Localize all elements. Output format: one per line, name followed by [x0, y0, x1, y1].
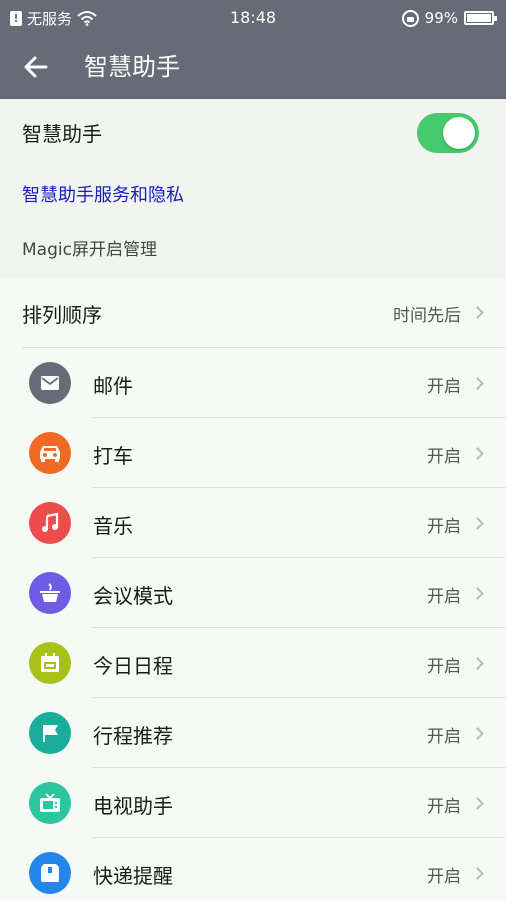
chevron-right-icon — [471, 727, 484, 740]
feature-status: 开启 — [427, 587, 461, 607]
assistant-toggle[interactable] — [417, 113, 479, 153]
list-item-taxi[interactable]: 打车 开启 — [0, 418, 506, 488]
package-icon — [29, 852, 71, 894]
feature-status: 开启 — [427, 657, 461, 677]
list-item-music[interactable]: 音乐 开启 — [0, 488, 506, 558]
feature-label: 打车 — [93, 444, 133, 468]
sort-order-value: 时间先后 — [393, 306, 461, 326]
flag-icon — [29, 712, 71, 754]
music-icon — [29, 502, 71, 544]
feature-status: 开启 — [427, 517, 461, 537]
list-item-express-reminder[interactable]: 快递提醒 开启 — [0, 838, 506, 900]
feature-label: 会议模式 — [93, 584, 173, 608]
list-item-mail[interactable]: 邮件 开启 — [0, 348, 506, 418]
toggle-knob — [443, 117, 475, 149]
meeting-icon — [29, 572, 71, 614]
assistant-toggle-row: 智慧助手 — [22, 99, 482, 165]
feature-label: 今日日程 — [93, 654, 173, 678]
page-title: 智慧助手 — [84, 53, 180, 81]
feature-label: 音乐 — [93, 514, 133, 538]
tv-icon — [29, 782, 71, 824]
feature-status: 开启 — [427, 727, 461, 747]
feature-label: 行程推荐 — [93, 724, 173, 748]
feature-status: 开启 — [427, 797, 461, 817]
battery-percent: 99% — [424, 9, 458, 27]
feature-status: 开启 — [427, 377, 461, 397]
title-bar: 智慧助手 — [0, 36, 506, 99]
feature-status: 开启 — [427, 447, 461, 467]
sort-order-label: 排列顺序 — [22, 303, 102, 327]
chevron-right-icon — [471, 797, 484, 810]
assistant-label: 智慧助手 — [22, 121, 102, 146]
battery-icon — [464, 11, 497, 25]
back-button[interactable] — [18, 51, 54, 83]
feature-label: 电视助手 — [93, 794, 173, 818]
list-item-tv-assistant[interactable]: 电视助手 开启 — [0, 768, 506, 838]
chevron-right-icon — [471, 306, 484, 319]
battery-fill — [467, 14, 491, 22]
feature-label: 邮件 — [93, 374, 133, 398]
feature-label: 快递提醒 — [93, 864, 173, 888]
rotation-lock-icon — [401, 9, 419, 27]
sort-order-row[interactable]: 排列顺序 时间先后 — [0, 278, 506, 348]
calendar-icon — [29, 642, 71, 684]
chevron-right-icon — [471, 517, 484, 530]
chevron-right-icon — [471, 867, 484, 880]
assistant-settings: 智慧助手 智慧助手服务和隐私 Magic屏开启管理 — [0, 99, 506, 278]
status-bar: 无服务 18:48 99% — [0, 0, 506, 36]
magic-screen-management[interactable]: Magic屏开启管理 — [22, 235, 157, 260]
chevron-right-icon — [471, 447, 484, 460]
chevron-right-icon — [471, 377, 484, 390]
car-icon — [29, 432, 71, 474]
list-item-trip-recommend[interactable]: 行程推荐 开启 — [0, 698, 506, 768]
list-item-today-schedule[interactable]: 今日日程 开启 — [0, 628, 506, 698]
privacy-link[interactable]: 智慧助手服务和隐私 — [22, 181, 184, 207]
chevron-right-icon — [471, 587, 484, 600]
back-arrow-icon — [24, 56, 48, 78]
chevron-right-icon — [471, 657, 484, 670]
status-right: 99% — [401, 8, 497, 28]
list-item-meeting-mode[interactable]: 会议模式 开启 — [0, 558, 506, 628]
mail-icon — [29, 362, 71, 404]
feature-status: 开启 — [427, 867, 461, 887]
